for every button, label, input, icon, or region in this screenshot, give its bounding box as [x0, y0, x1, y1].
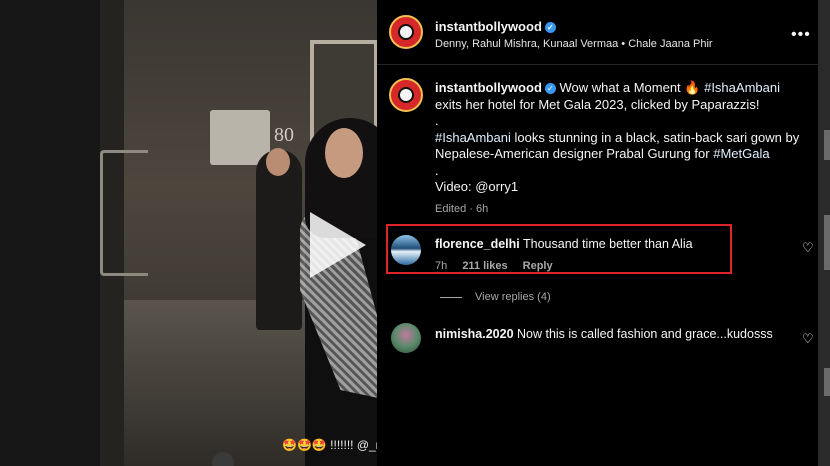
comment-text: florence_delhi Thousand time better than…	[435, 237, 693, 251]
more-options-icon[interactable]: •••	[791, 26, 811, 44]
hashtag-link[interactable]: #IshaAmbani	[704, 80, 780, 95]
strip-thumb	[824, 368, 830, 396]
comment-likes[interactable]: 211 likes	[462, 260, 507, 272]
post-caption: instantbollywood ✓ Wow what a Moment 🔥 #I…	[435, 80, 810, 217]
verified-badge-icon: ✓	[544, 22, 556, 33]
video-credit: Video: @orry1	[435, 179, 519, 194]
post-details-panel: instantbollywood ✓ Denny, Rahul Mishra, K…	[377, 0, 818, 466]
like-heart-icon[interactable]: ♡	[802, 331, 814, 347]
comment-time: 7h	[435, 260, 448, 272]
edited-label: Edited · 6h	[435, 202, 489, 215]
comment-author[interactable]: florence_delhi	[435, 237, 520, 251]
video-luggage-rail	[100, 150, 148, 276]
commenter-avatar[interactable]	[391, 323, 421, 353]
comment-meta: 7h 211 likes Reply	[435, 260, 553, 272]
right-scroll-strip	[818, 0, 830, 466]
caption-author-avatar[interactable]	[389, 78, 423, 112]
post-header: instantbollywood ✓ Denny, Rahul Mishra, K…	[377, 0, 818, 65]
video-overlay-caption: 🤩🤩🤩 !!!!!!! @_nishamagish	[282, 438, 377, 452]
verified-badge-icon: ✓	[544, 83, 556, 94]
view-replies-line	[440, 297, 462, 298]
fire-emoji: 🔥	[684, 80, 701, 95]
caption-dot: .	[435, 113, 439, 128]
commenter-avatar[interactable]	[391, 235, 421, 265]
hashtag-link[interactable]: #MetGala	[713, 146, 769, 161]
reply-button[interactable]: Reply	[523, 260, 553, 272]
hashtag-link[interactable]: #IshaAmbani	[435, 130, 511, 145]
comment-body: Now this is called fashion and grace...k…	[517, 327, 773, 341]
post-video[interactable]: 80 🤩🤩🤩 !!!!!!! @_nishamagish ✕	[100, 0, 377, 466]
video-doorman	[256, 150, 302, 330]
author-name[interactable]: instantbollywood ✓	[435, 19, 556, 34]
audio-attribution[interactable]: Denny, Rahul Mishra, Kunaal Vermaa • Cha…	[435, 38, 713, 50]
caption-author[interactable]: instantbollywood	[435, 80, 542, 95]
author-avatar[interactable]	[389, 15, 423, 49]
comment-body: Thousand time better than Alia	[523, 237, 693, 251]
comment-text: nimisha.2020 Now this is called fashion …	[435, 327, 773, 341]
play-icon[interactable]	[310, 212, 366, 278]
caption-line1: Wow what a Moment	[559, 80, 681, 95]
video-doorman-head	[266, 148, 290, 176]
comment-author[interactable]: nimisha.2020	[435, 327, 514, 341]
caption-dot: .	[435, 162, 439, 178]
video-woman-face	[325, 128, 363, 178]
strip-thumb	[824, 215, 830, 270]
strip-thumb	[824, 130, 830, 160]
video-sign-text: 80	[274, 124, 294, 146]
view-replies-button[interactable]: View replies (4)	[475, 291, 551, 303]
like-heart-icon[interactable]: ♡	[802, 240, 814, 256]
caption-line1-rest: exits her hotel for Met Gala 2023, click…	[435, 96, 760, 112]
left-gutter	[0, 0, 100, 466]
